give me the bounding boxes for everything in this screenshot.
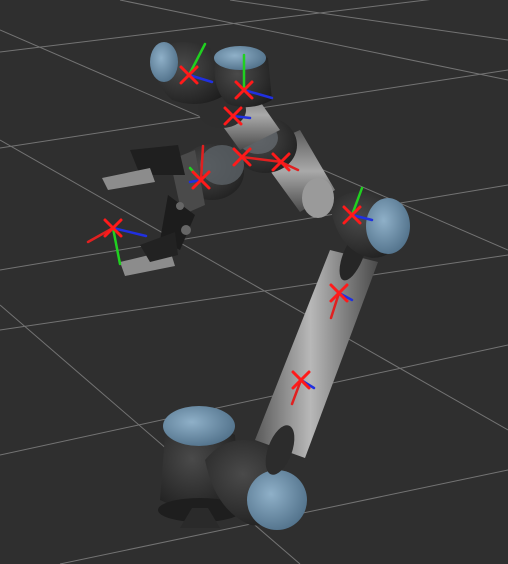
scene-canvas[interactable]: [0, 0, 508, 564]
elbow-cap: [366, 198, 410, 254]
gripper-finger-upper: [102, 168, 155, 190]
gripper[interactable]: [102, 145, 195, 276]
rviz-3d-viewport[interactable]: [0, 0, 508, 564]
upper-arm-link[interactable]: [255, 228, 378, 478]
wrist-3-cap: [150, 42, 178, 82]
shoulder-cap: [247, 470, 307, 530]
wrist-top-cap: [214, 46, 266, 70]
base-cap: [163, 406, 235, 446]
elbow-joint[interactable]: [330, 191, 410, 258]
wrist-3-joint[interactable]: [150, 41, 272, 108]
